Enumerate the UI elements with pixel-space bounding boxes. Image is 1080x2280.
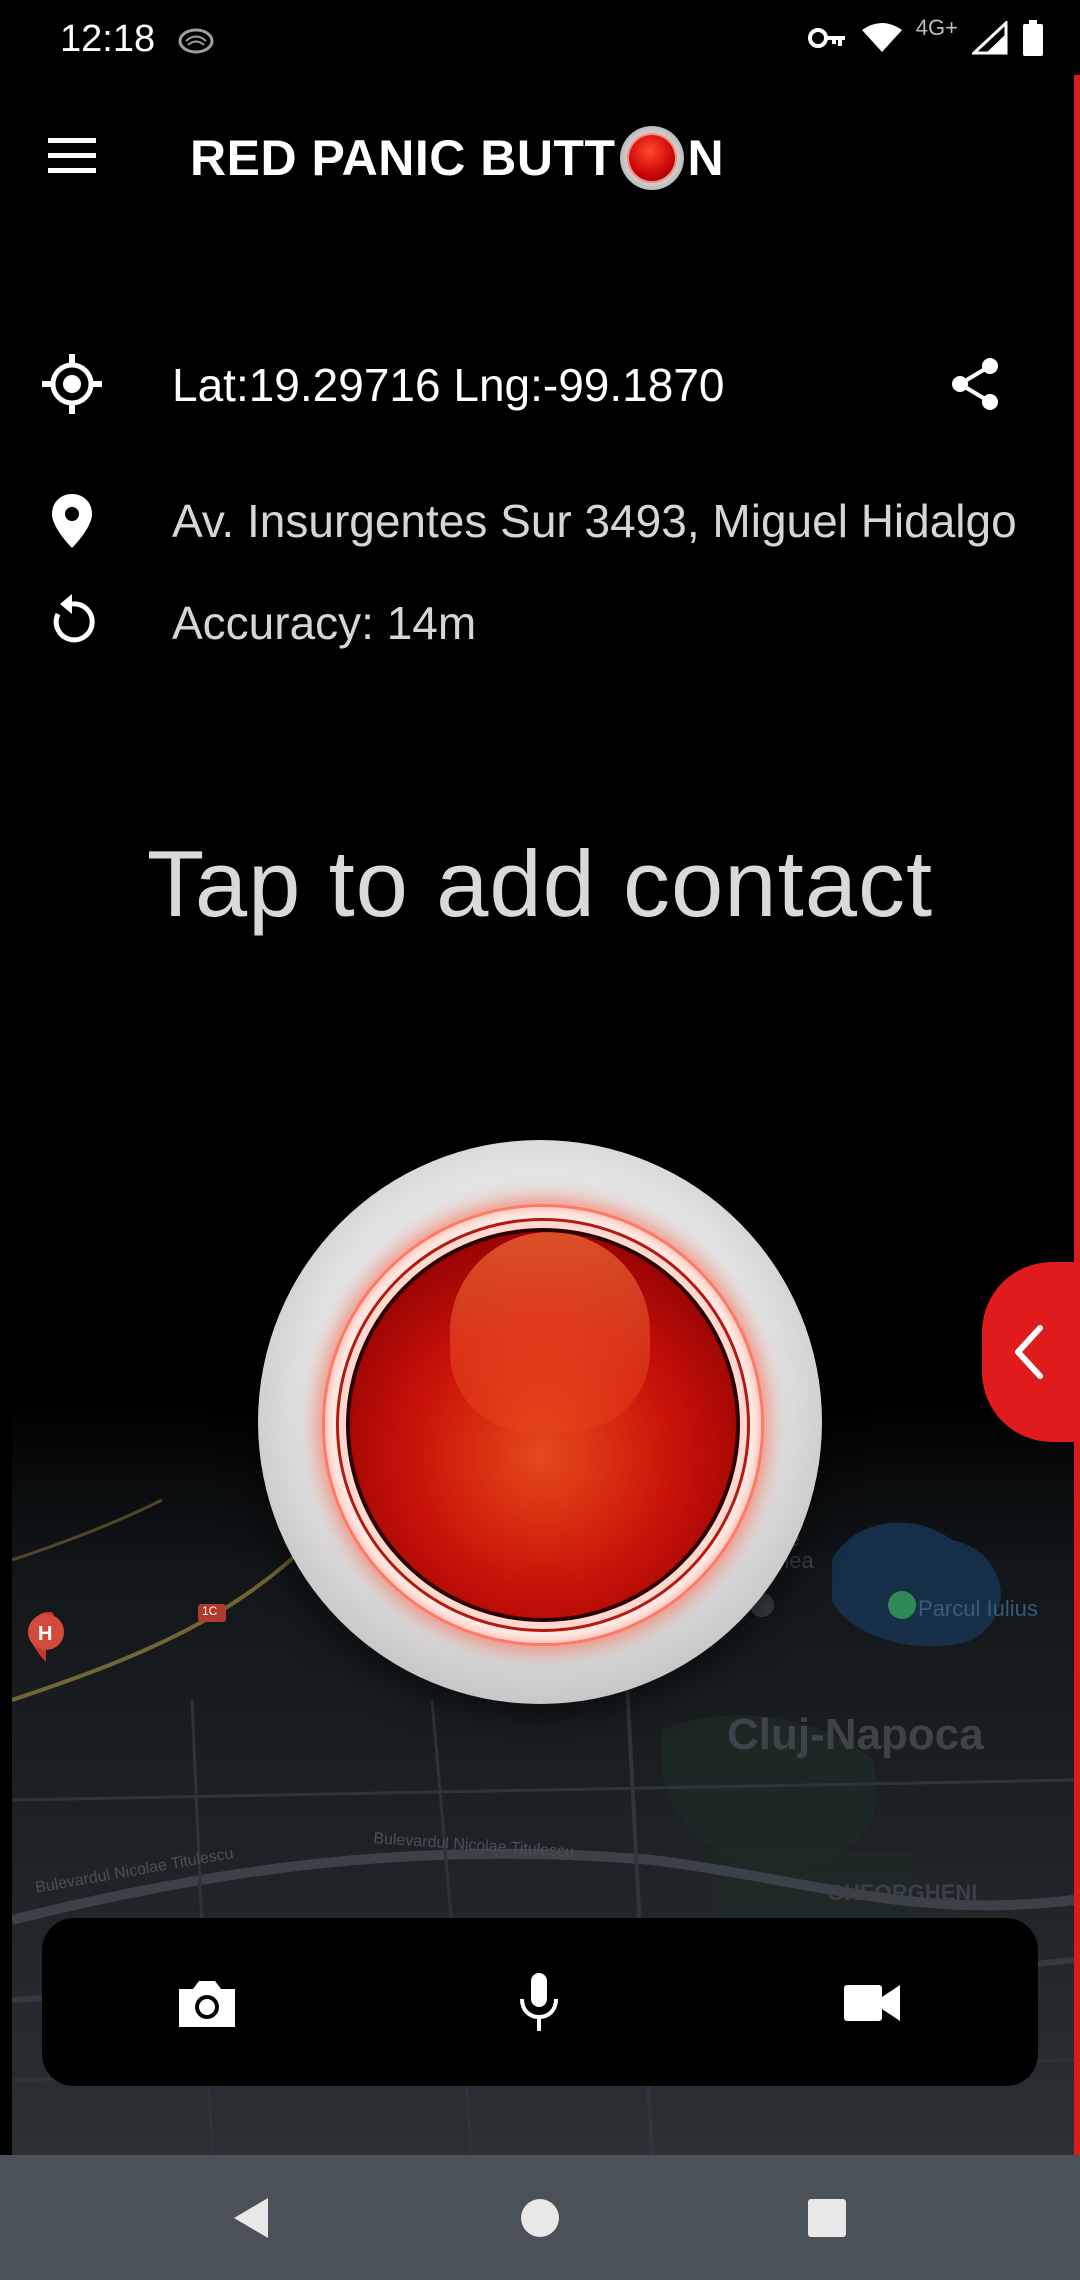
hamburger-menu-icon[interactable] (42, 130, 104, 180)
address-row: Av. Insurgentes Sur 3493, Miguel Hidalgo (0, 480, 1080, 560)
map-district-label: GHEORGHENI (827, 1880, 978, 1905)
chevron-left-icon (1015, 1325, 1043, 1379)
title-button-logo-icon (619, 126, 684, 190)
map-city-label: Cluj-Napoca (727, 1710, 984, 1759)
status-icons: 4G+ (807, 15, 1044, 62)
add-contact-prompt[interactable]: Tap to add contact (0, 830, 1080, 938)
status-bar: 12:18 4G+ (0, 0, 1080, 80)
share-icon[interactable] (944, 352, 1008, 416)
wifi-icon (861, 22, 902, 59)
gps-crosshair-icon (40, 352, 104, 416)
microphone-icon[interactable] (494, 1958, 584, 2048)
coordinates-text: Lat:19.29716 Lng:-99.1870 (172, 359, 725, 411)
refresh-icon[interactable] (40, 590, 104, 654)
battery-icon (1022, 19, 1044, 61)
address-text: Av. Insurgentes Sur 3493, Miguel Hidalgo (172, 495, 1017, 547)
back-icon[interactable] (215, 2183, 285, 2253)
coordinates-row: Lat:19.29716 Lng:-99.1870 (0, 344, 1080, 424)
network-type-label: 4G+ (915, 15, 958, 40)
system-navigation-bar (0, 2155, 1080, 2280)
app-title-text-start: RED PANIC BUTT (190, 130, 616, 186)
panic-button-core (346, 1228, 740, 1622)
status-time: 12:18 (60, 18, 156, 60)
cell-signal-icon (970, 19, 1008, 60)
drawer-toggle-button[interactable] (982, 1262, 1080, 1442)
vpn-key-icon (807, 23, 848, 58)
panic-button[interactable] (258, 1140, 822, 1704)
svg-text:H: H (38, 1623, 52, 1645)
map-route-badge: 1C (202, 1604, 218, 1618)
home-icon[interactable] (505, 2183, 575, 2253)
accuracy-text: Accuracy: 14m (172, 597, 477, 649)
camera-icon[interactable] (162, 1958, 252, 2048)
recents-icon[interactable] (792, 2183, 862, 2253)
app-title: RED PANIC BUTT N (190, 126, 724, 190)
video-camera-icon[interactable] (827, 1958, 917, 2048)
map-park-label: Parcul Iulius (918, 1596, 1038, 1621)
panic-button-shine (450, 1232, 650, 1432)
app-title-text-end: N (687, 130, 725, 186)
app-root: H Cluj-Napoca GHEORGHENI Parcul Iulius B… (0, 0, 1080, 2280)
accuracy-row: Accuracy: 14m (0, 582, 1080, 662)
media-toolbar (42, 1918, 1038, 2086)
notification-app-icon (176, 24, 216, 58)
map-pin-icon (40, 488, 104, 552)
